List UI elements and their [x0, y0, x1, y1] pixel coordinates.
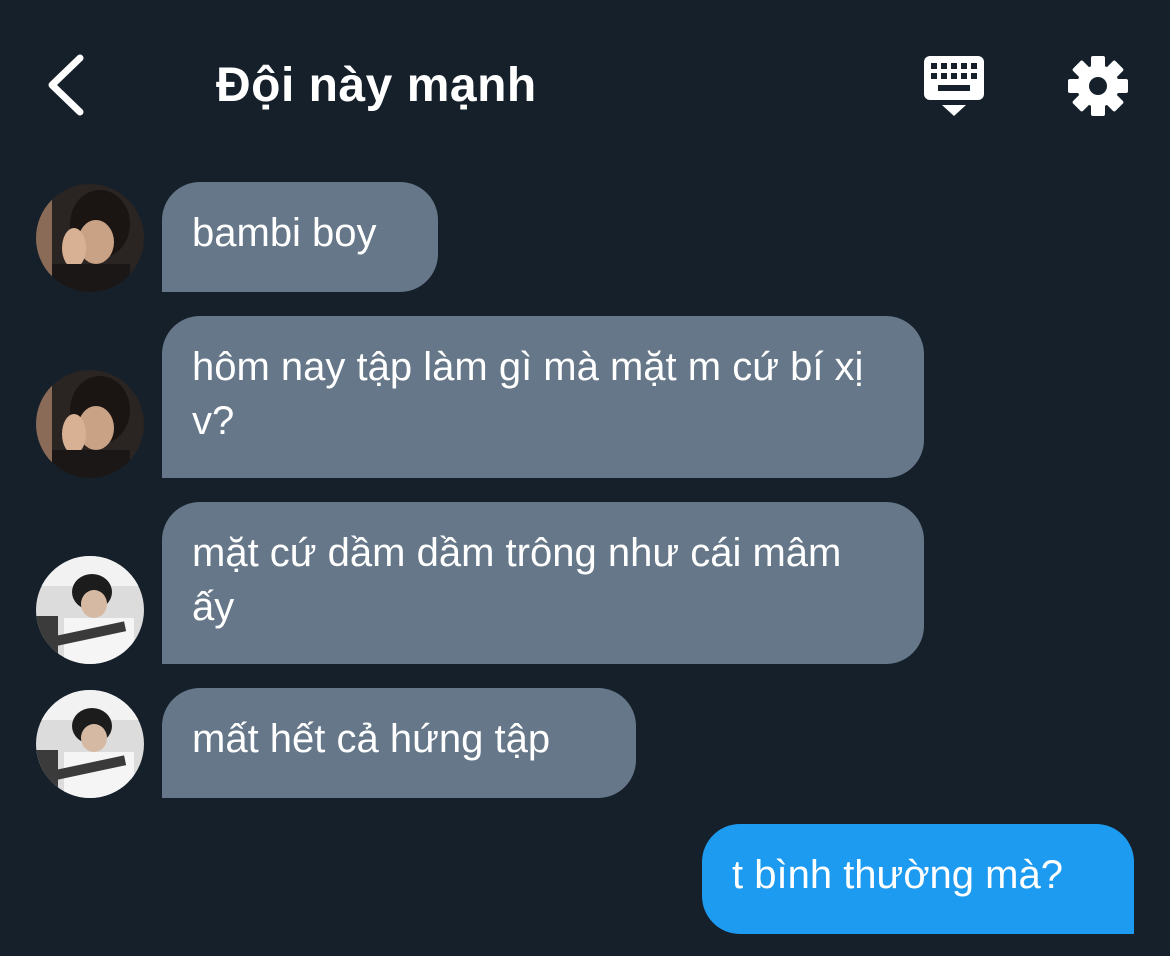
back-button[interactable]: [38, 50, 98, 120]
keyboard-icon: [924, 56, 984, 116]
message-row: mặt cứ dầm dầm trông như cái mâm ấy: [0, 502, 1170, 664]
message-bubble: mất hết cả hứng tập: [162, 688, 636, 798]
chat-title: Đội này mạnh: [216, 59, 537, 112]
message-row: hôm nay tập làm gì mà mặt m cứ bí xị v?: [0, 316, 1170, 478]
chevron-left-icon: [48, 54, 84, 116]
avatar[interactable]: [36, 556, 144, 664]
message-bubble: mặt cứ dầm dầm trông như cái mâm ấy: [162, 502, 924, 664]
message-bubble: bambi boy: [162, 182, 438, 292]
message-row: t bình thường mà?: [0, 824, 1170, 934]
avatar[interactable]: [36, 370, 144, 478]
settings-button[interactable]: [1064, 52, 1132, 120]
avatar[interactable]: [36, 690, 144, 798]
chat-header: Đội này mạnh: [0, 0, 1170, 170]
message-row: mất hết cả hứng tập: [0, 688, 1170, 798]
message-bubble: hôm nay tập làm gì mà mặt m cứ bí xị v?: [162, 316, 924, 478]
gear-icon: [1068, 56, 1128, 116]
message-row: bambi boy: [0, 182, 1170, 292]
avatar[interactable]: [36, 184, 144, 292]
keyboard-button[interactable]: [920, 54, 988, 118]
message-bubble-outgoing: t bình thường mà?: [702, 824, 1134, 934]
